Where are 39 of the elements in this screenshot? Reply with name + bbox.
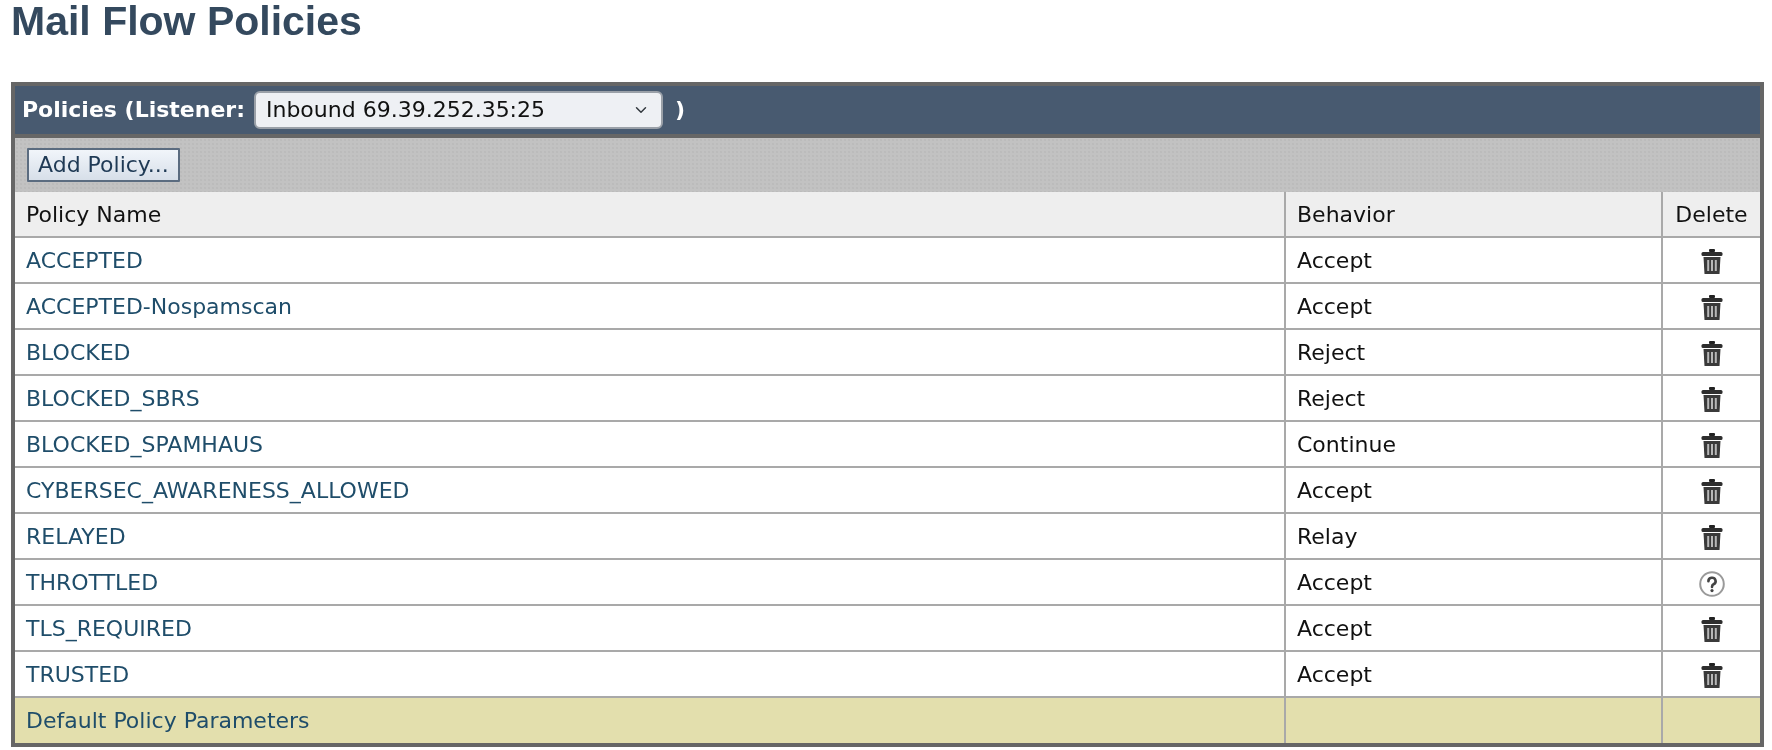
behavior-cell: Continue bbox=[1285, 421, 1662, 467]
help-icon[interactable] bbox=[1698, 570, 1725, 597]
trash-icon[interactable] bbox=[1700, 663, 1723, 688]
policy-link[interactable]: ACCEPTED-Nospamscan bbox=[26, 293, 292, 319]
policy-link[interactable]: TRUSTED bbox=[26, 661, 130, 687]
closing-paren-text: ) bbox=[674, 99, 686, 121]
trash-icon[interactable] bbox=[1700, 433, 1723, 458]
listener-select[interactable]: Inbound 69.39.252.35:25 bbox=[253, 91, 663, 129]
trash-icon[interactable] bbox=[1700, 341, 1723, 366]
trash-icon[interactable] bbox=[1700, 617, 1723, 642]
panel-title-text: Policies (Listener: bbox=[22, 99, 245, 121]
policy-link[interactable]: ACCEPTED bbox=[26, 247, 143, 273]
behavior-cell: Accept bbox=[1285, 559, 1662, 605]
column-header: Delete bbox=[1662, 192, 1760, 237]
page-title: Mail Flow Policies bbox=[11, 0, 363, 43]
behavior-cell: Relay bbox=[1285, 513, 1662, 559]
behavior-cell: Accept bbox=[1285, 605, 1662, 651]
column-header: Policy Name bbox=[15, 192, 1285, 237]
policy-link[interactable]: RELAYED bbox=[26, 523, 126, 549]
trash-icon[interactable] bbox=[1700, 295, 1723, 320]
behavior-cell: Accept bbox=[1285, 237, 1662, 283]
behavior-cell: Accept bbox=[1285, 467, 1662, 513]
trash-icon[interactable] bbox=[1700, 479, 1723, 504]
trash-icon[interactable] bbox=[1700, 387, 1723, 412]
behavior-cell: Accept bbox=[1285, 651, 1662, 697]
policy-link[interactable]: BLOCKED bbox=[26, 339, 131, 365]
policy-link[interactable]: CYBERSEC_AWARENESS_ALLOWED bbox=[26, 477, 410, 503]
policy-link[interactable]: TLS_REQUIRED bbox=[26, 615, 192, 641]
column-header: Behavior bbox=[1285, 192, 1662, 237]
trash-icon[interactable] bbox=[1700, 525, 1723, 550]
behavior-cell: Accept bbox=[1285, 283, 1662, 329]
policy-link[interactable]: BLOCKED_SBRS bbox=[26, 385, 200, 411]
policy-link[interactable]: BLOCKED_SPAMHAUS bbox=[26, 431, 264, 457]
add-policy-button[interactable]: Add Policy... bbox=[27, 148, 180, 182]
policy-link[interactable]: THROTTLED bbox=[26, 569, 159, 595]
behavior-cell: Reject bbox=[1285, 329, 1662, 375]
policy-link[interactable]: Default Policy Parameters bbox=[26, 708, 310, 733]
trash-icon[interactable] bbox=[1700, 249, 1723, 274]
behavior-cell: Reject bbox=[1285, 375, 1662, 421]
